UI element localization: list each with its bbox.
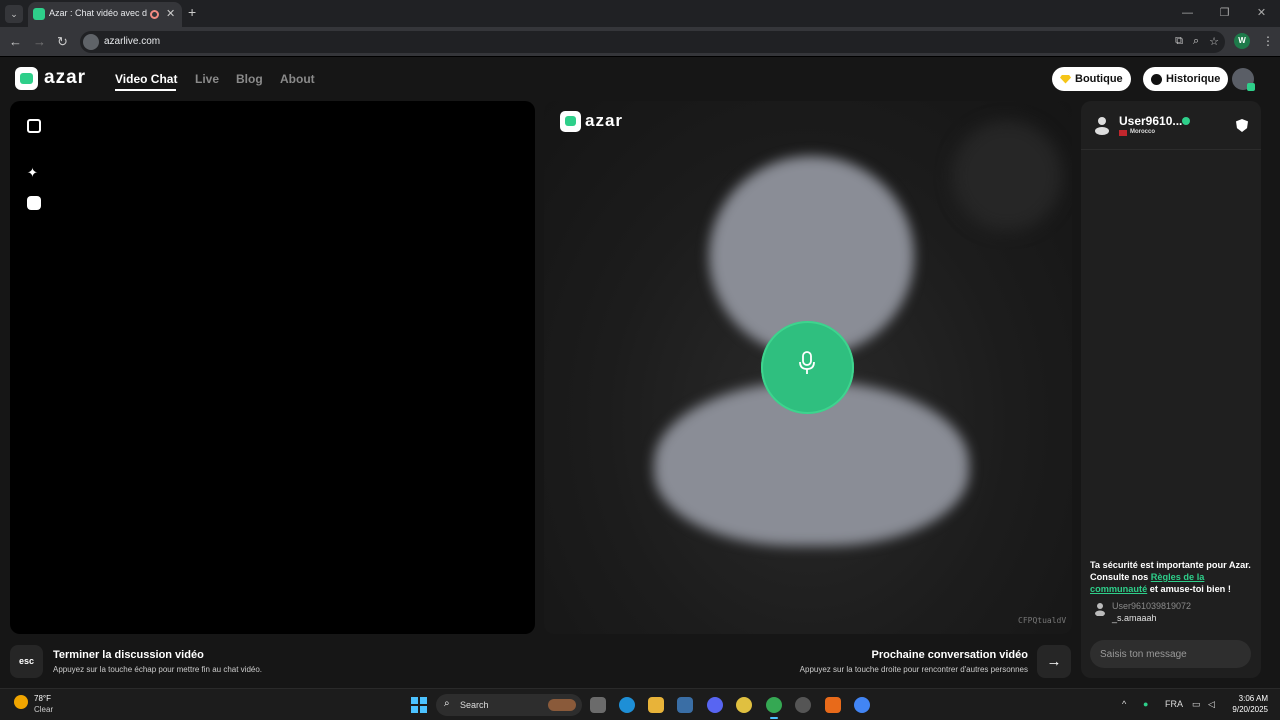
windows-start-icon[interactable] (411, 697, 427, 713)
browser-tab[interactable]: Azar : Chat vidéo avec de n ✕ (28, 2, 182, 27)
zoom-icon[interactable]: ⌕ (1193, 35, 1199, 48)
microphone-app-icon[interactable] (825, 697, 841, 713)
gem-icon (1060, 74, 1071, 84)
next-chat-button[interactable]: → (1037, 645, 1071, 678)
browser-profile-icon[interactable]: W (1234, 33, 1250, 49)
expand-icon[interactable] (27, 119, 41, 133)
microphone-icon (799, 351, 815, 374)
reload-icon[interactable]: ↻ (57, 34, 68, 50)
microphone-button[interactable] (761, 321, 854, 414)
message-username: User961039819072 (1112, 601, 1192, 611)
next-chat-hint: Appuyez sur la touche droite pour rencon… (799, 665, 1028, 674)
verified-icon (1182, 117, 1190, 125)
taskbar: 78°F Clear ⌕ Search ^ ● FRA ▭ ◁ 3:06 AM … (0, 688, 1280, 720)
peer-name[interactable]: User9610... (1119, 114, 1182, 128)
weather-moon-icon[interactable] (14, 695, 28, 709)
peer-avatar-icon (1095, 117, 1109, 135)
peer-header: User9610... Morocco (1081, 101, 1261, 150)
back-icon[interactable]: ← (9, 34, 22, 49)
window-controls: — ❐ ✕ (1169, 0, 1280, 27)
url-field[interactable]: azarlive.com ⧉ ⌕ ☆ (80, 31, 1225, 53)
weather-desc: Clear (34, 705, 54, 714)
end-chat-hint: Appuyez sur la touche échap pour mettre … (53, 665, 263, 674)
nav-blog[interactable]: Blog (236, 72, 263, 86)
restore-button[interactable]: ❐ (1206, 0, 1243, 27)
search-label: Search (460, 700, 489, 710)
azar-favicon-icon (33, 8, 45, 20)
chrome-alt-icon[interactable] (854, 697, 870, 713)
url-text: azarlive.com (104, 36, 161, 47)
safety-text-post: et amuse-toi bien ! (1147, 584, 1231, 594)
chat-message-input[interactable] (1090, 640, 1251, 668)
next-chat-title: Prochaine conversation vidéo (871, 649, 1029, 661)
new-tab-button[interactable]: + (188, 4, 196, 20)
azar-logo-icon[interactable] (15, 67, 38, 90)
close-window-button[interactable]: ✕ (1243, 0, 1280, 27)
tab-title: Azar : Chat vidéo avec de n (49, 8, 147, 18)
taskbar-search[interactable]: ⌕ Search (436, 694, 582, 716)
install-app-icon[interactable]: ⧉ (1175, 35, 1183, 48)
search-icon: ⌕ (444, 698, 450, 709)
avatar-badge (1247, 83, 1255, 91)
morocco-flag-icon (1119, 130, 1127, 136)
file-explorer-icon[interactable] (648, 697, 664, 713)
azar-watermark-icon (560, 111, 581, 132)
store-icon[interactable] (677, 697, 693, 713)
clock-icon (1151, 73, 1162, 85)
search-highlight-icon (548, 699, 576, 711)
chrome-icon[interactable] (736, 697, 752, 713)
site-header: azar Video Chat Live Blog About Boutique… (0, 58, 1280, 100)
report-shield-icon[interactable] (1236, 119, 1248, 132)
session-code: CFPQtualdV (1018, 616, 1067, 625)
clock-date[interactable]: 9/20/2025 (1226, 705, 1268, 714)
weather-temp: 78°F (34, 694, 51, 703)
active-app-indicator (770, 717, 778, 719)
historique-label: Historique (1166, 73, 1221, 85)
sparkle-effects-icon[interactable]: ✦ (27, 165, 41, 180)
end-chat-title: Terminer la discussion vidéo (53, 649, 204, 661)
recording-icon (150, 10, 159, 19)
browser-tab-strip: ⌄ Azar : Chat vidéo avec de n ✕ + — ❐ ✕ (0, 0, 1280, 27)
user-avatar-icon (1095, 603, 1105, 616)
boutique-button[interactable]: Boutique (1052, 67, 1131, 91)
safety-message: Ta sécurité est importante pour Azar. Co… (1090, 559, 1256, 595)
local-video: ✦ (10, 101, 535, 634)
nav-live[interactable]: Live (195, 72, 219, 86)
logo-text[interactable]: azar (44, 67, 86, 89)
url-actions: ⧉ ⌕ ☆ (1175, 35, 1219, 48)
site-info-icon[interactable] (83, 34, 99, 50)
blur-background (952, 121, 1062, 231)
app-icon[interactable] (795, 697, 811, 713)
nav-active-underline (115, 89, 176, 91)
minimize-button[interactable]: — (1169, 0, 1206, 27)
chrome-profile-icon[interactable] (766, 697, 782, 713)
face-filter-icon[interactable] (27, 196, 41, 210)
nav-about[interactable]: About (280, 72, 315, 86)
tray-volume-icon[interactable]: ◁ (1208, 699, 1215, 710)
task-view-icon[interactable] (590, 697, 606, 713)
boutique-label: Boutique (1075, 73, 1123, 85)
nav-video-chat[interactable]: Video Chat (115, 72, 177, 86)
edge-icon[interactable] (619, 697, 635, 713)
chat-panel: User9610... Morocco Ta sécurité est impo… (1081, 101, 1261, 678)
tray-expand-icon[interactable]: ^ (1122, 699, 1126, 709)
historique-button[interactable]: Historique (1143, 67, 1229, 91)
forward-icon[interactable]: → (33, 34, 46, 49)
peer-country: Morocco (1130, 129, 1156, 135)
bookmark-star-icon[interactable]: ☆ (1209, 35, 1219, 48)
message-text: _s.amaaah (1112, 613, 1157, 623)
watermark-text: azar (585, 111, 624, 130)
browser-menu-icon[interactable]: ⋮ (1262, 34, 1274, 48)
discord-icon[interactable] (707, 697, 723, 713)
tray-network-icon[interactable]: ▭ (1192, 699, 1201, 710)
address-bar-row: ← → ↻ azarlive.com ⧉ ⌕ ☆ (0, 27, 1280, 57)
tab-close-icon[interactable]: ✕ (166, 7, 175, 20)
clock-time[interactable]: 3:06 AM (1238, 694, 1268, 703)
remote-video: azar CFPQtualdV (544, 101, 1072, 634)
tab-search-button[interactable]: ⌄ (5, 5, 23, 23)
tray-language[interactable]: FRA (1165, 699, 1183, 709)
esc-end-button[interactable]: esc (10, 645, 43, 678)
tray-mic-icon[interactable]: ● (1143, 699, 1148, 709)
